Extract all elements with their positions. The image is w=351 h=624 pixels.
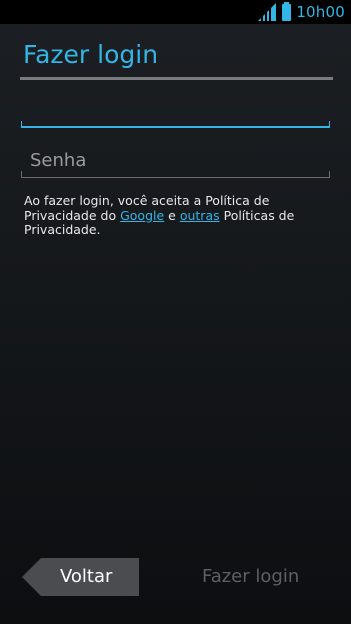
status-bar: 10h00 [0, 0, 351, 24]
signal-icon [257, 2, 277, 22]
title-divider [20, 77, 333, 80]
other-policies-link[interactable]: outras [180, 208, 220, 223]
status-clock: 10h00 [296, 3, 345, 21]
battery-icon [282, 1, 292, 21]
password-field[interactable]: Senha [21, 140, 330, 178]
password-placeholder: Senha [30, 150, 87, 171]
back-button-label: Voltar [60, 566, 113, 587]
page-title: Fazer login [23, 40, 159, 69]
google-privacy-link[interactable]: Google [120, 208, 164, 223]
email-field[interactable] [21, 90, 330, 128]
legal-notice: Ao fazer login, você aceita a Política d… [24, 193, 295, 237]
back-button[interactable]: Voltar [22, 558, 139, 596]
login-button[interactable]: Fazer login [202, 566, 299, 587]
